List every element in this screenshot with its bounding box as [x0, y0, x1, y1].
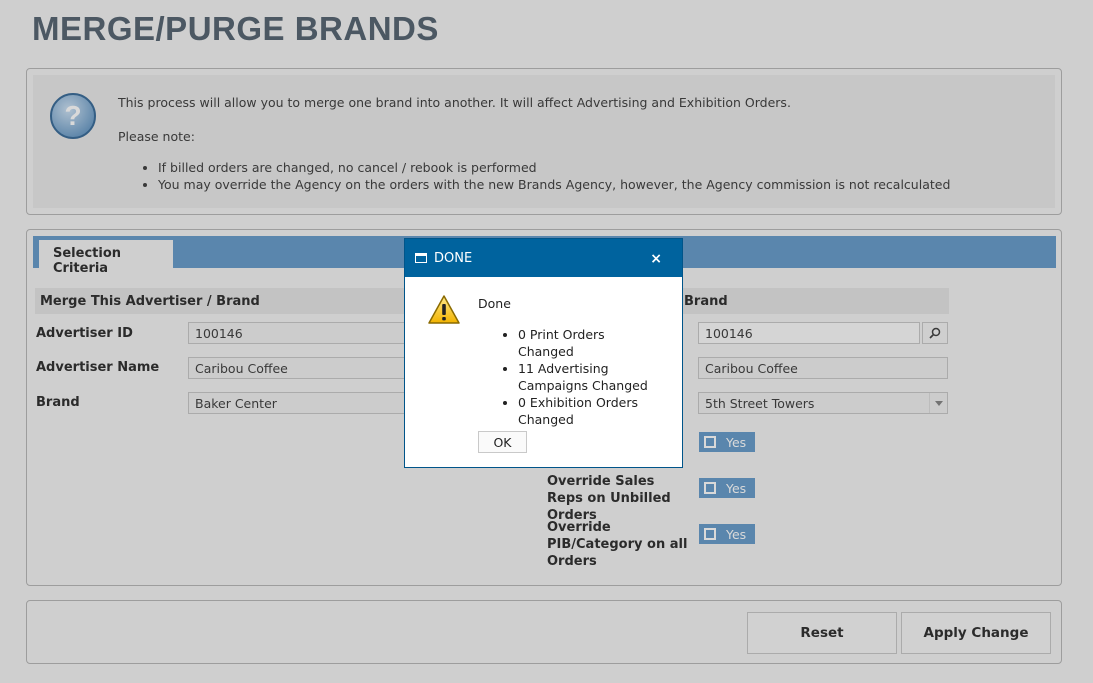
- window-icon: [415, 253, 427, 263]
- dialog-title: DONE: [434, 250, 473, 266]
- dialog-items: 0 Print Orders Changed 11 Advertising Ca…: [518, 326, 663, 428]
- dialog-item: 0 Print Orders Changed: [518, 326, 663, 360]
- dialog-message-title: Done: [478, 296, 511, 311]
- dialog-item: 0 Exhibition Orders Changed: [518, 394, 663, 428]
- dialog-message: Done 0 Print Orders Changed 11 Advertisi…: [478, 296, 663, 428]
- close-icon[interactable]: ×: [650, 251, 662, 267]
- dialog-titlebar[interactable]: DONE: [405, 239, 682, 277]
- warning-icon: [428, 295, 460, 324]
- dialog-item: 11 Advertising Campaigns Changed: [518, 360, 663, 394]
- ok-button[interactable]: OK: [478, 431, 527, 453]
- done-dialog: DONE × Done 0 Print Orders Changed 11 Ad…: [404, 238, 683, 468]
